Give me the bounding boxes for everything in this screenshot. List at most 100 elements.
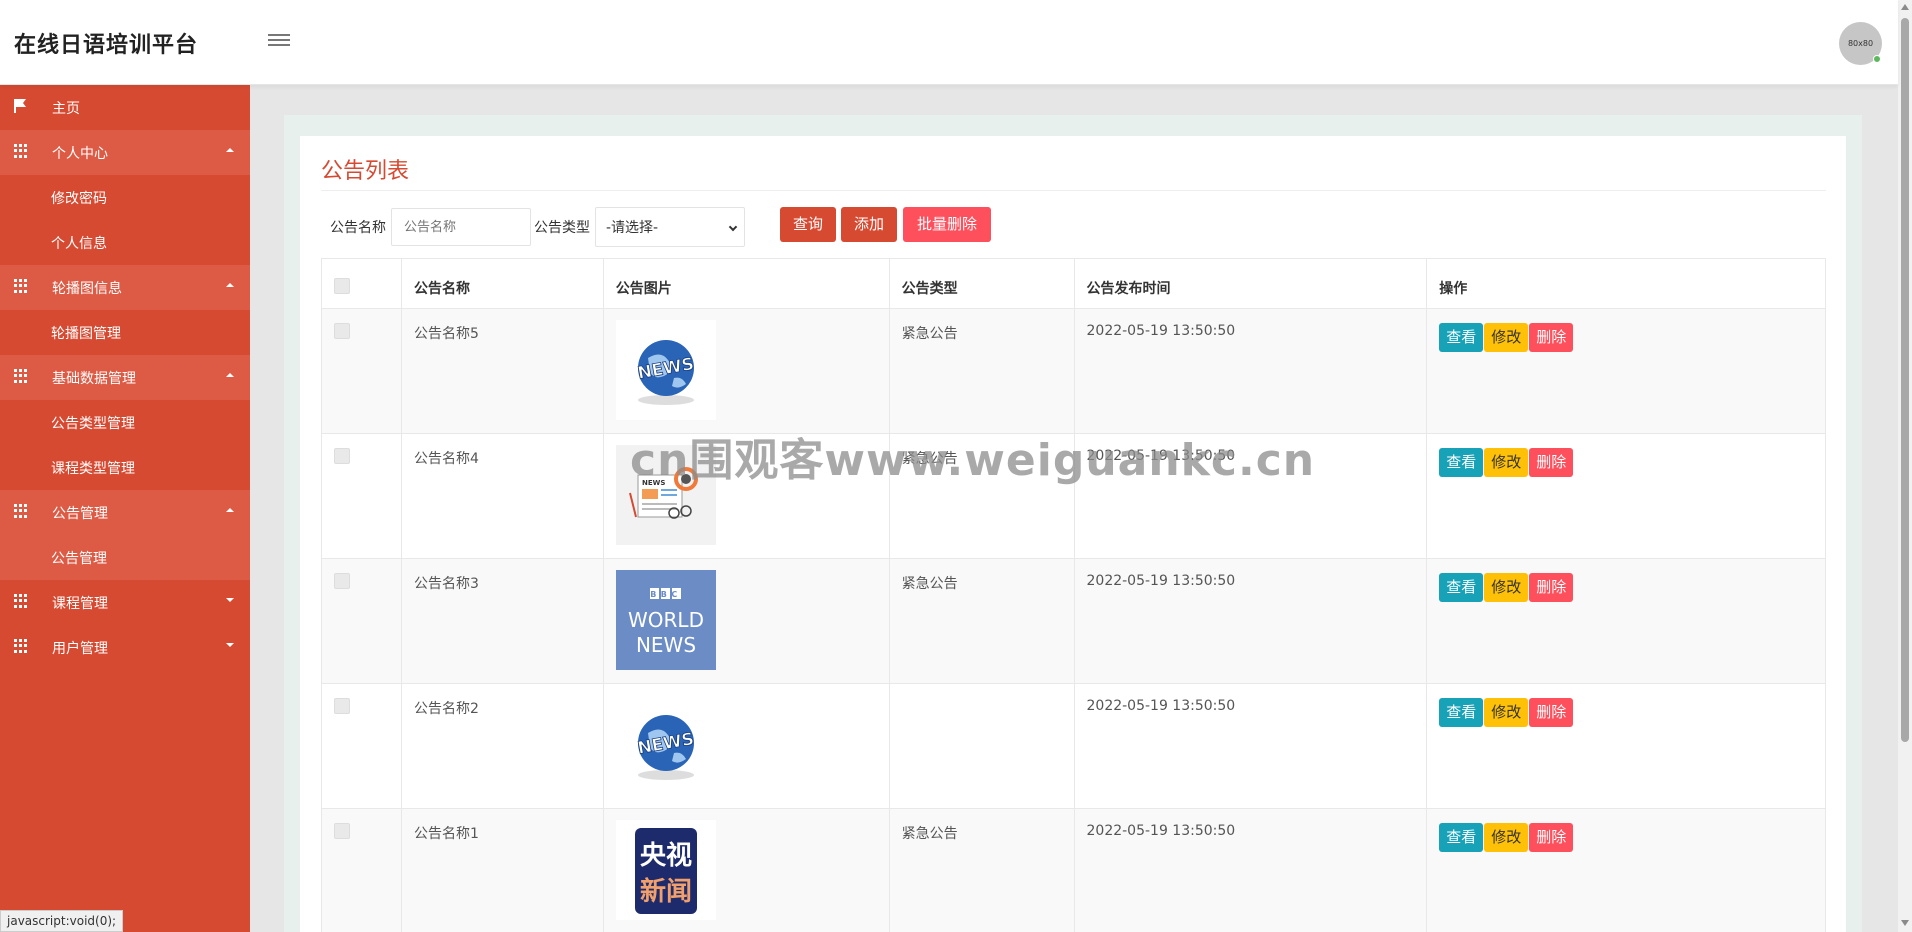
view-button[interactable]: 查看 (1439, 323, 1484, 352)
table-header-row: 公告名称 公告图片 公告类型 公告发布时间 操作 (321, 258, 1826, 309)
news-globe-image[interactable]: NEWS (615, 695, 716, 795)
sidebar-item-label: 个人信息 (51, 235, 107, 252)
notice-time: 2022-05-19 13:50:50 (1073, 433, 1428, 559)
view-button[interactable]: 查看 (1439, 448, 1484, 477)
row-checkbox[interactable] (334, 448, 350, 464)
top-header: 在线日语培训平台 80x80 (0, 0, 1898, 85)
sidebar-item-carousel-info[interactable]: 轮播图信息 (0, 265, 250, 310)
row-actions: 查看 修改 删除 (1426, 433, 1826, 559)
sidebar-item-label: 公告管理 (52, 505, 108, 522)
avatar[interactable]: 80x80 (1839, 22, 1882, 65)
caret-down-icon (226, 598, 234, 602)
notice-time: 2022-05-19 13:50:50 (1073, 808, 1428, 932)
title-divider (321, 190, 1826, 191)
sidebar-item-personal-info[interactable]: 个人信息 (0, 220, 250, 265)
notice-image-cell: 央视 新闻 (602, 808, 890, 932)
scroll-up-icon[interactable] (1901, 4, 1909, 10)
news-paper-image[interactable]: NEWS (615, 445, 716, 545)
notice-name-input[interactable] (391, 208, 531, 246)
row-checkbox[interactable] (334, 823, 350, 839)
sidebar-item-notice-type-manage[interactable]: 公告类型管理 (0, 400, 250, 445)
table-row: 公告名称4 NEWS 紧急公告 2022-05-19 13:50:50 查看 修… (321, 433, 1826, 559)
column-header: 操作 (1426, 258, 1826, 309)
sidebar-item-label: 修改密码 (51, 190, 107, 207)
cctv-line1-text: 央视 (640, 841, 692, 871)
scrollbar-thumb[interactable] (1901, 18, 1909, 742)
grid-icon (14, 594, 28, 608)
delete-button[interactable]: 删除 (1529, 698, 1574, 727)
select-all-checkbox[interactable] (334, 278, 350, 294)
sidebar-item-notice-manage[interactable]: 公告管理 (0, 535, 250, 580)
paper-news-text: NEWS (642, 479, 665, 487)
sidebar-item-carousel-manage[interactable]: 轮播图管理 (0, 310, 250, 355)
delete-button[interactable]: 删除 (1529, 823, 1574, 852)
browser-status-bar: javascript:void(0); (0, 910, 124, 932)
row-actions: 查看 修改 删除 (1426, 308, 1826, 434)
bbc-news-text: NEWS (636, 633, 696, 657)
scroll-down-icon[interactable] (1901, 920, 1909, 926)
sidebar-item-change-password[interactable]: 修改密码 (0, 175, 250, 220)
table-row: 公告名称1 央视 新闻 紧急公告 2022-05-19 13:50:50 查看修… (321, 808, 1826, 932)
notice-type-selected: -请选择- (606, 220, 659, 236)
bbc-world-text: WORLD (628, 608, 704, 632)
bulk-delete-button[interactable]: 批量删除 (903, 207, 991, 242)
sidebar-item-label: 课程管理 (52, 595, 108, 612)
notice-table: 公告名称 公告图片 公告类型 公告发布时间 操作 公告名称5 NEWS 紧急公告… (321, 258, 1826, 932)
row-checkbox[interactable] (334, 323, 350, 339)
grid-icon (14, 369, 28, 383)
sidebar-item-label: 基础数据管理 (52, 370, 136, 387)
sidebar-item-course-type-manage[interactable]: 课程类型管理 (0, 445, 250, 490)
sidebar-item-basic-data[interactable]: 基础数据管理 (0, 355, 250, 400)
sidebar-item-label: 公告类型管理 (51, 415, 135, 432)
notice-type: 紧急公告 (888, 308, 1075, 434)
query-button[interactable]: 查询 (780, 207, 836, 242)
edit-button[interactable]: 修改 (1484, 698, 1529, 727)
sidebar-item-label: 公告管理 (51, 550, 107, 567)
chevron-down-icon (728, 222, 738, 232)
column-header: 公告发布时间 (1073, 258, 1428, 309)
edit-button[interactable]: 修改 (1484, 323, 1529, 352)
notice-name: 公告名称3 (400, 558, 604, 684)
sidebar-item-course-manage[interactable]: 课程管理 (0, 580, 250, 625)
caret-up-icon (226, 373, 234, 377)
bbc-logo-text: BBC (650, 590, 682, 599)
sidebar-item-label: 课程类型管理 (51, 460, 135, 477)
sidebar-item-home[interactable]: 主页 (0, 85, 250, 130)
bbc-world-news-image[interactable]: BBC WORLD NEWS (615, 570, 716, 670)
row-actions: 查看 修改 删除 (1426, 558, 1826, 684)
sidebar-item-notice[interactable]: 公告管理 (0, 490, 250, 535)
sidebar-item-label: 轮播图信息 (52, 280, 122, 297)
notice-name: 公告名称4 (400, 433, 604, 559)
caret-up-icon (226, 283, 234, 287)
view-button[interactable]: 查看 (1439, 823, 1484, 852)
notice-time: 2022-05-19 13:50:50 (1073, 558, 1428, 684)
view-button[interactable]: 查看 (1439, 573, 1484, 602)
caret-up-icon (226, 508, 234, 512)
edit-button[interactable]: 修改 (1484, 448, 1529, 477)
flag-icon (14, 99, 28, 113)
news-globe-image[interactable]: NEWS (615, 320, 716, 420)
notice-type-select[interactable]: -请选择- (595, 207, 745, 247)
cctv-news-image[interactable]: 央视 新闻 (615, 820, 716, 920)
grid-icon (14, 279, 28, 293)
table-row: 公告名称5 NEWS 紧急公告 2022-05-19 13:50:50 查看 修改… (321, 308, 1826, 434)
caret-up-icon (226, 148, 234, 152)
view-button[interactable]: 查看 (1439, 698, 1484, 727)
edit-button[interactable]: 修改 (1484, 573, 1529, 602)
row-checkbox[interactable] (334, 573, 350, 589)
sidebar-item-personal-center[interactable]: 个人中心 (0, 130, 250, 175)
brand-title: 在线日语培训平台 (14, 33, 199, 58)
delete-button[interactable]: 删除 (1529, 573, 1574, 602)
sidebar-item-label: 用户管理 (52, 640, 108, 657)
grid-icon (14, 504, 28, 518)
notice-image-cell: NEWS (602, 308, 890, 434)
delete-button[interactable]: 删除 (1529, 323, 1574, 352)
hamburger-menu-icon[interactable] (268, 31, 290, 53)
edit-button[interactable]: 修改 (1484, 823, 1529, 852)
notice-type (888, 683, 1075, 809)
sidebar-item-user-manage[interactable]: 用户管理 (0, 625, 250, 670)
add-button[interactable]: 添加 (841, 207, 897, 242)
delete-button[interactable]: 删除 (1529, 448, 1574, 477)
row-checkbox[interactable] (334, 698, 350, 714)
grid-icon (14, 639, 28, 653)
